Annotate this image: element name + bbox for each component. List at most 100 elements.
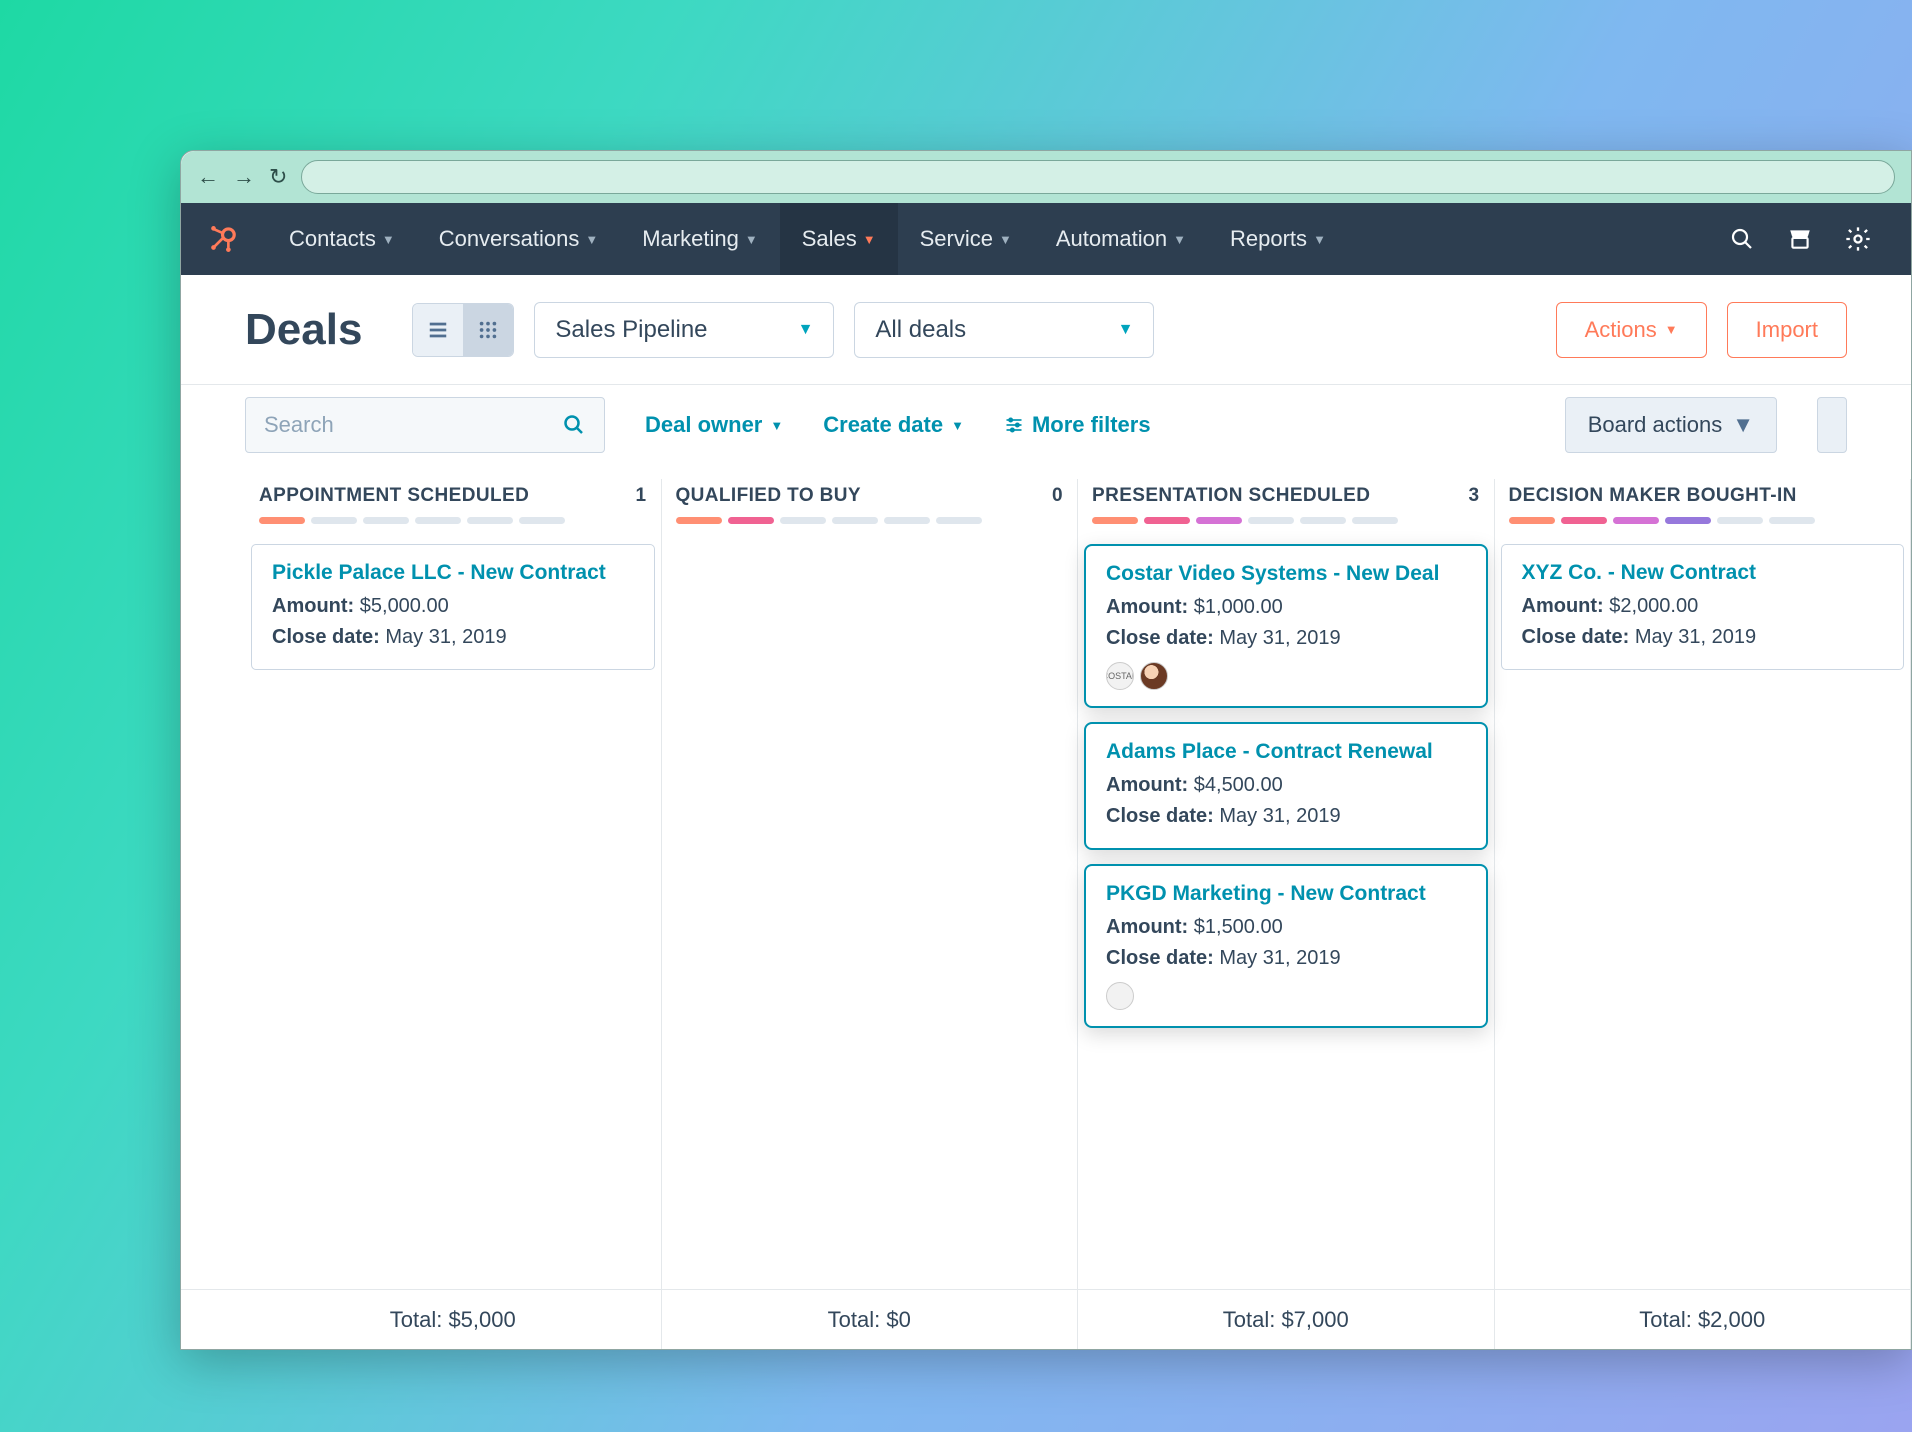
- board-extra-button[interactable]: [1817, 397, 1847, 453]
- reload-icon[interactable]: ↻: [269, 164, 287, 190]
- nav-conversations[interactable]: Conversations ▼: [417, 203, 621, 275]
- column-total: Total: $7,000: [1078, 1290, 1495, 1349]
- column-body[interactable]: [662, 524, 1078, 1289]
- totals-row: Total: $5,000Total: $0Total: $7,000Total…: [181, 1289, 1911, 1349]
- pipeline-select-value: Sales Pipeline: [555, 316, 707, 344]
- forward-icon[interactable]: →: [233, 164, 255, 190]
- caret-down-icon: ▼: [1665, 322, 1678, 337]
- top-nav: Contacts▼Conversations▼Marketing▼Sales▼S…: [181, 203, 1911, 275]
- kanban-column: APPOINTMENT SCHEDULED1Pickle Palace LLC …: [245, 479, 662, 1289]
- app-window: ← → ↻ Contacts▼Conversations▼Marketing▼S…: [180, 150, 1912, 1350]
- caret-down-icon: ▼: [585, 232, 598, 247]
- caret-down-icon: ▼: [863, 232, 876, 247]
- deals-filter-value: All deals: [875, 316, 966, 344]
- progress-segment: [415, 517, 461, 524]
- column-progress: [1509, 517, 1897, 524]
- progress-segment: [1509, 517, 1555, 524]
- column-total: Total: $0: [662, 1290, 1079, 1349]
- search-icon[interactable]: [1727, 224, 1757, 254]
- progress-segment: [1769, 517, 1815, 524]
- nav-service[interactable]: Service ▼: [898, 203, 1034, 275]
- board-view-button[interactable]: [463, 304, 513, 356]
- column-progress: [259, 517, 647, 524]
- pipeline-select[interactable]: Sales Pipeline ▼: [534, 302, 834, 358]
- caret-down-icon: ▼: [1313, 232, 1326, 247]
- column-progress: [676, 517, 1064, 524]
- nav-automation[interactable]: Automation▼: [1034, 203, 1208, 275]
- caret-down-icon: ▼: [382, 232, 395, 247]
- actions-button[interactable]: Actions ▼: [1556, 302, 1707, 358]
- progress-segment: [259, 517, 305, 524]
- more-filters-label: More filters: [1032, 412, 1151, 438]
- more-filters[interactable]: More filters: [1004, 412, 1151, 438]
- deal-card[interactable]: XYZ Co. - New ContractAmount: $2,000.00C…: [1501, 544, 1905, 670]
- deal-card[interactable]: Adams Place - Contract Renewal Amount: $4…: [1084, 722, 1488, 850]
- progress-segment: [311, 517, 357, 524]
- card-title: Adams Place - Contract Renewal: [1106, 740, 1466, 764]
- column-title: QUALIFIED TO BUY: [676, 485, 862, 507]
- card-close-date: Close date: May 31, 2019: [1106, 943, 1466, 974]
- caret-down-icon: ▼: [999, 232, 1012, 247]
- card-close-date: Close date: May 31, 2019: [1106, 801, 1466, 832]
- column-body[interactable]: Costar Video Systems - New Deal Amount: $…: [1078, 524, 1494, 1289]
- caret-down-icon: ▼: [798, 321, 814, 339]
- column-header: PRESENTATION SCHEDULED3: [1078, 479, 1494, 524]
- card-amount: Amount: $1,000.00: [1106, 592, 1466, 623]
- column-count: 0: [1052, 485, 1063, 507]
- deal-card[interactable]: PKGD Marketing - New ContractAmount: $1,…: [1084, 864, 1488, 1028]
- nav-marketing[interactable]: Marketing▼: [620, 203, 779, 275]
- deals-filter-select[interactable]: All deals ▼: [854, 302, 1154, 358]
- back-icon[interactable]: ←: [197, 164, 219, 190]
- import-button[interactable]: Import: [1727, 302, 1847, 358]
- column-body[interactable]: Pickle Palace LLC - New ContractAmount: …: [245, 524, 661, 1289]
- card-title: Pickle Palace LLC - New Contract: [272, 561, 634, 585]
- deal-owner-filter[interactable]: Deal owner ▼: [645, 412, 783, 438]
- nav-reports[interactable]: Reports ▼: [1208, 203, 1348, 275]
- nav-label: Conversations: [439, 226, 580, 252]
- nav-label: Contacts: [289, 226, 376, 252]
- url-bar[interactable]: [301, 160, 1895, 194]
- nav-sales[interactable]: Sales ▼: [780, 203, 898, 275]
- marketplace-icon[interactable]: [1785, 224, 1815, 254]
- card-amount: Amount: $1,500.00: [1106, 912, 1466, 943]
- kanban-board: APPOINTMENT SCHEDULED1Pickle Palace LLC …: [181, 465, 1911, 1289]
- nav-label: Sales: [802, 226, 857, 252]
- progress-segment: [467, 517, 513, 524]
- column-body[interactable]: XYZ Co. - New ContractAmount: $2,000.00C…: [1495, 524, 1911, 1289]
- nav-contacts[interactable]: Contacts ▼: [267, 203, 417, 275]
- card-close-date: Close date: May 31, 2019: [1106, 623, 1466, 654]
- progress-segment: [1300, 517, 1346, 524]
- search-input[interactable]: [264, 412, 562, 438]
- nav-label: Service: [920, 226, 993, 252]
- caret-down-icon: ▼: [745, 232, 758, 247]
- filter-row: Deal owner ▼ Create date ▼ More filters …: [181, 385, 1911, 465]
- deal-card[interactable]: Pickle Palace LLC - New ContractAmount: …: [251, 544, 655, 670]
- actions-label: Actions: [1585, 317, 1657, 343]
- import-label: Import: [1756, 317, 1818, 343]
- column-title: DECISION MAKER BOUGHT-IN: [1509, 485, 1797, 507]
- list-view-button[interactable]: [413, 304, 463, 356]
- column-title: APPOINTMENT SCHEDULED: [259, 485, 529, 507]
- column-progress: [1092, 517, 1480, 524]
- progress-segment: [1092, 517, 1138, 524]
- card-avatars: COSTAR: [1106, 662, 1466, 690]
- browser-chrome: ← → ↻: [181, 151, 1911, 203]
- column-header: QUALIFIED TO BUY 0: [662, 479, 1078, 524]
- progress-segment: [1561, 517, 1607, 524]
- progress-segment: [1196, 517, 1242, 524]
- hubspot-logo-icon[interactable]: [205, 222, 239, 256]
- deal-owner-label: Deal owner: [645, 412, 762, 438]
- progress-segment: [1665, 517, 1711, 524]
- card-title: Costar Video Systems - New Deal: [1106, 562, 1466, 586]
- kanban-column: DECISION MAKER BOUGHT-IN XYZ Co. - New Co…: [1495, 479, 1912, 1289]
- search-icon: [562, 413, 586, 437]
- board-actions-button[interactable]: Board actions ▼: [1565, 397, 1777, 453]
- deal-card[interactable]: Costar Video Systems - New Deal Amount: $…: [1084, 544, 1488, 708]
- card-amount: Amount: $4,500.00: [1106, 770, 1466, 801]
- create-date-filter[interactable]: Create date ▼: [823, 412, 964, 438]
- nav-label: Reports: [1230, 226, 1307, 252]
- caret-down-icon: ▼: [770, 418, 783, 433]
- search-box[interactable]: [245, 397, 605, 453]
- settings-icon[interactable]: [1843, 224, 1873, 254]
- progress-segment: [519, 517, 565, 524]
